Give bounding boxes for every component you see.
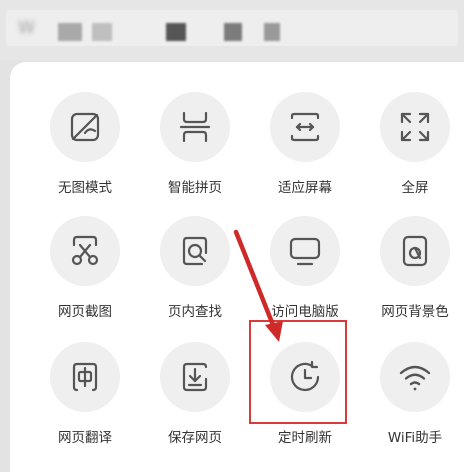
menu-item-web-screenshot[interactable]: 网页截图 bbox=[30, 216, 140, 326]
background-color-icon bbox=[380, 216, 450, 286]
menu-item-no-image-mode[interactable]: 无图模式 bbox=[30, 92, 140, 202]
menu-item-background-color[interactable]: 网页背景色 bbox=[360, 216, 464, 326]
scissors-icon bbox=[50, 216, 120, 286]
fit-screen-icon bbox=[270, 92, 340, 162]
menu-item-label: 网页截图 bbox=[58, 304, 112, 320]
wifi-icon bbox=[380, 342, 450, 412]
menu-item-web-translate[interactable]: 网页翻译 bbox=[30, 342, 140, 452]
desktop-icon bbox=[270, 216, 340, 286]
find-in-page-icon bbox=[160, 216, 230, 286]
menu-item-label: 保存网页 bbox=[168, 430, 222, 446]
menu-item-fullscreen[interactable]: 全屏 bbox=[360, 92, 464, 202]
menu-item-label: 网页背景色 bbox=[381, 304, 449, 320]
menu-item-find-in-page[interactable]: 页内查找 bbox=[140, 216, 250, 326]
menu-item-label: 访问电脑版 bbox=[271, 304, 339, 320]
translate-icon bbox=[50, 342, 120, 412]
tools-menu-panel: 无图模式 智能拼页 适应屏幕 全屏 网页截图 页内查找 访问电脑版 网页背景色 … bbox=[10, 62, 464, 472]
menu-item-smart-page-join[interactable]: 智能拼页 bbox=[140, 92, 250, 202]
no-image-icon bbox=[50, 92, 120, 162]
menu-item-save-page[interactable]: 保存网页 bbox=[140, 342, 250, 452]
menu-item-label: 全屏 bbox=[401, 180, 429, 196]
menu-item-wifi-assistant[interactable]: WiFi助手 bbox=[360, 342, 464, 452]
browser-top-bar: W bbox=[0, 0, 464, 60]
menu-item-timed-refresh[interactable]: 定时刷新 bbox=[249, 320, 360, 452]
menu-item-desktop-version[interactable]: 访问电脑版 bbox=[250, 216, 360, 326]
menu-item-label: 页内查找 bbox=[168, 304, 222, 320]
blurred-address-segment bbox=[58, 23, 82, 41]
timed-refresh-icon bbox=[270, 342, 340, 412]
address-text: W bbox=[18, 18, 36, 38]
menu-item-label: 智能拼页 bbox=[168, 180, 222, 196]
menu-item-label: WiFi助手 bbox=[387, 430, 443, 446]
blurred-address-segment bbox=[166, 23, 186, 41]
menu-item-label: 定时刷新 bbox=[278, 430, 332, 446]
blurred-address-segment bbox=[92, 23, 112, 41]
menu-item-label: 网页翻译 bbox=[58, 430, 112, 446]
address-bar[interactable]: W bbox=[6, 10, 458, 46]
blurred-address-segment bbox=[224, 23, 242, 41]
save-page-icon bbox=[160, 342, 230, 412]
menu-item-label: 适应屏幕 bbox=[278, 180, 332, 196]
fullscreen-icon bbox=[380, 92, 450, 162]
smart-page-join-icon bbox=[160, 92, 230, 162]
menu-item-label: 无图模式 bbox=[58, 180, 112, 196]
blurred-address-segment bbox=[264, 23, 280, 41]
menu-item-fit-screen[interactable]: 适应屏幕 bbox=[250, 92, 360, 202]
